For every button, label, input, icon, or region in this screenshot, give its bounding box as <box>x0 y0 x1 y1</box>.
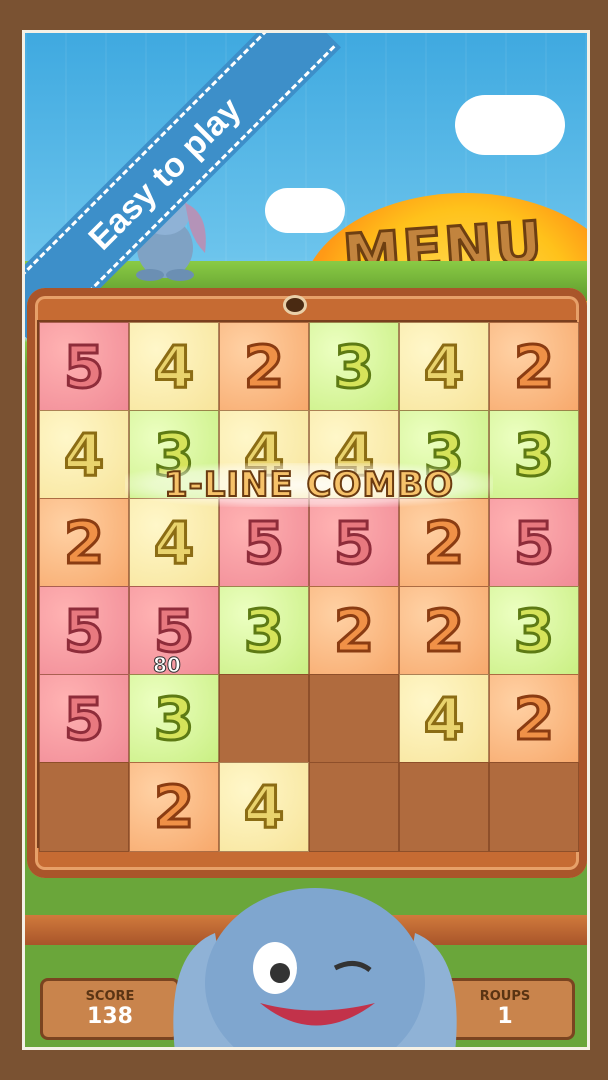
tile-r0-c4[interactable]: 4 <box>399 322 489 412</box>
elephant-mascot-large <box>173 888 457 1047</box>
tile-r3-c3[interactable]: 2 <box>309 586 399 676</box>
groups-value: 1 <box>497 1004 513 1029</box>
tile-r5-c2[interactable]: 4 <box>219 762 309 852</box>
tile-r0-c5[interactable]: 2 <box>489 322 579 412</box>
tile-r2-c4[interactable]: 2 <box>399 498 489 588</box>
combo-announcement: 1-LINE COMBO <box>125 463 493 507</box>
score-sign: SCORE 138 <box>40 978 180 1040</box>
tile-r4-c4[interactable]: 4 <box>399 674 489 764</box>
tile-r0-c1[interactable]: 4 <box>129 322 219 412</box>
tile-r2-c2[interactable]: 5 <box>219 498 309 588</box>
tile-r3-c5[interactable]: 3 <box>489 586 579 676</box>
device-frame: MENU Easy to play 5 4 2 3 4 2 4 3 4 4 3 … <box>0 0 608 1080</box>
tile-r0-c0[interactable]: 5 <box>39 322 129 412</box>
tile-r5-c5-empty[interactable] <box>489 762 579 852</box>
tile-r5-c1[interactable]: 2 <box>129 762 219 852</box>
tile-r4-c2-empty[interactable] <box>219 674 309 764</box>
tile-grid: 5 4 2 3 4 2 4 3 4 4 3 3 2 4 5 5 2 5 5 5 … <box>37 320 579 852</box>
tile-r3-c0[interactable]: 5 <box>39 586 129 676</box>
tile-r2-c1[interactable]: 4 <box>129 498 219 588</box>
tile-r1-c0[interactable]: 4 <box>39 410 129 500</box>
tile-r5-c3-empty[interactable] <box>309 762 399 852</box>
tile-r2-c0[interactable]: 2 <box>39 498 129 588</box>
tile-r2-c5[interactable]: 5 <box>489 498 579 588</box>
tile-r4-c5[interactable]: 2 <box>489 674 579 764</box>
tile-r2-c3[interactable]: 5 <box>309 498 399 588</box>
tile-r1-c5[interactable]: 3 <box>489 410 579 500</box>
tile-r0-c3[interactable]: 3 <box>309 322 399 412</box>
tile-r5-c4-empty[interactable] <box>399 762 489 852</box>
score-value: 138 <box>87 1004 133 1029</box>
tile-r5-c0-empty[interactable] <box>39 762 129 852</box>
tile-r4-c0[interactable]: 5 <box>39 674 129 764</box>
game-screen: MENU Easy to play 5 4 2 3 4 2 4 3 4 4 3 … <box>22 30 590 1050</box>
cloud-1 <box>455 95 565 155</box>
score-label: SCORE <box>85 989 135 1004</box>
tile-r4-c3-empty[interactable] <box>309 674 399 764</box>
tile-r3-c4[interactable]: 2 <box>399 586 489 676</box>
board-peg <box>283 295 307 315</box>
groups-label: ROUPS <box>479 989 531 1004</box>
tile-r4-c1[interactable]: 3 <box>129 674 219 764</box>
tile-r3-c2[interactable]: 3 <box>219 586 309 676</box>
tile-r0-c2[interactable]: 2 <box>219 322 309 412</box>
cloud-2 <box>265 188 345 233</box>
points-popup: 80 <box>153 653 182 678</box>
